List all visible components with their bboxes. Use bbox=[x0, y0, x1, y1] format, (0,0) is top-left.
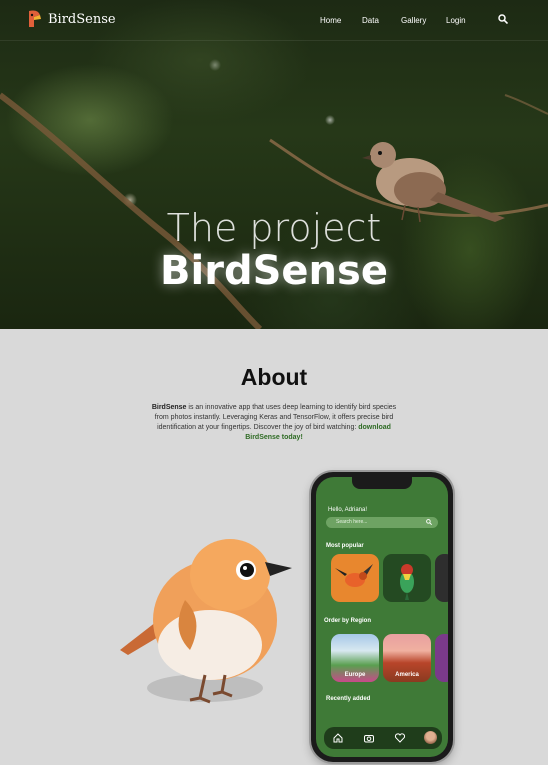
search-icon[interactable] bbox=[498, 14, 508, 24]
order-by-region-heading: Order by Region bbox=[324, 618, 372, 624]
most-popular-heading: Most popular bbox=[326, 543, 364, 549]
popular-card-1[interactable] bbox=[331, 554, 379, 602]
phone-search-input[interactable]: Search here... bbox=[326, 517, 438, 528]
nav-link-gallery[interactable]: Gallery bbox=[401, 16, 426, 25]
nav-link-data[interactable]: Data bbox=[362, 16, 379, 25]
hero-title: BirdSense bbox=[160, 248, 388, 294]
phone-notch bbox=[352, 477, 412, 489]
phone-tab-bar bbox=[324, 727, 442, 749]
region-card-america[interactable]: America bbox=[383, 634, 431, 682]
nav-link-login[interactable]: Login bbox=[446, 16, 466, 25]
region-label-america: America bbox=[395, 672, 419, 678]
region-card-3[interactable] bbox=[435, 634, 448, 682]
oriole-icon bbox=[335, 564, 373, 587]
about-heading: About bbox=[240, 364, 308, 390]
region-card-europe[interactable]: Europe bbox=[331, 634, 379, 682]
recently-added-heading: Recently added bbox=[326, 696, 371, 702]
brand-logo[interactable]: BirdSense bbox=[26, 9, 116, 29]
bee-eater-icon bbox=[400, 564, 414, 600]
hero-banner: BirdSense Home Data Gallery Login The pr… bbox=[0, 0, 548, 329]
robin-illustration bbox=[120, 539, 292, 704]
navbar: BirdSense Home Data Gallery Login bbox=[0, 0, 548, 41]
region-label-europe: Europe bbox=[344, 672, 366, 678]
heart-icon[interactable] bbox=[394, 732, 406, 744]
phone-mockup: Hello, Adriana! Search here... Most popu… bbox=[311, 472, 453, 762]
brand-name: BirdSense bbox=[48, 11, 116, 27]
popular-card-3[interactable] bbox=[435, 554, 448, 602]
phone-screen: Hello, Adriana! Search here... Most popu… bbox=[316, 477, 448, 757]
popular-card-2[interactable] bbox=[383, 554, 431, 602]
hero-subtitle: The project bbox=[166, 206, 382, 250]
greeting-text: Hello, Adriana! bbox=[328, 507, 368, 513]
phone-search-placeholder: Search here... bbox=[336, 519, 368, 525]
avatar[interactable] bbox=[424, 731, 437, 744]
nav-link-home[interactable]: Home bbox=[320, 16, 341, 25]
toucan-logo-icon bbox=[29, 10, 41, 27]
about-paragraph: BirdSense is an innovative app that uses… bbox=[144, 403, 404, 443]
home-icon[interactable] bbox=[332, 732, 344, 744]
camera-icon[interactable] bbox=[363, 732, 375, 744]
search-icon bbox=[426, 519, 432, 525]
about-brand: BirdSense bbox=[151, 404, 187, 411]
